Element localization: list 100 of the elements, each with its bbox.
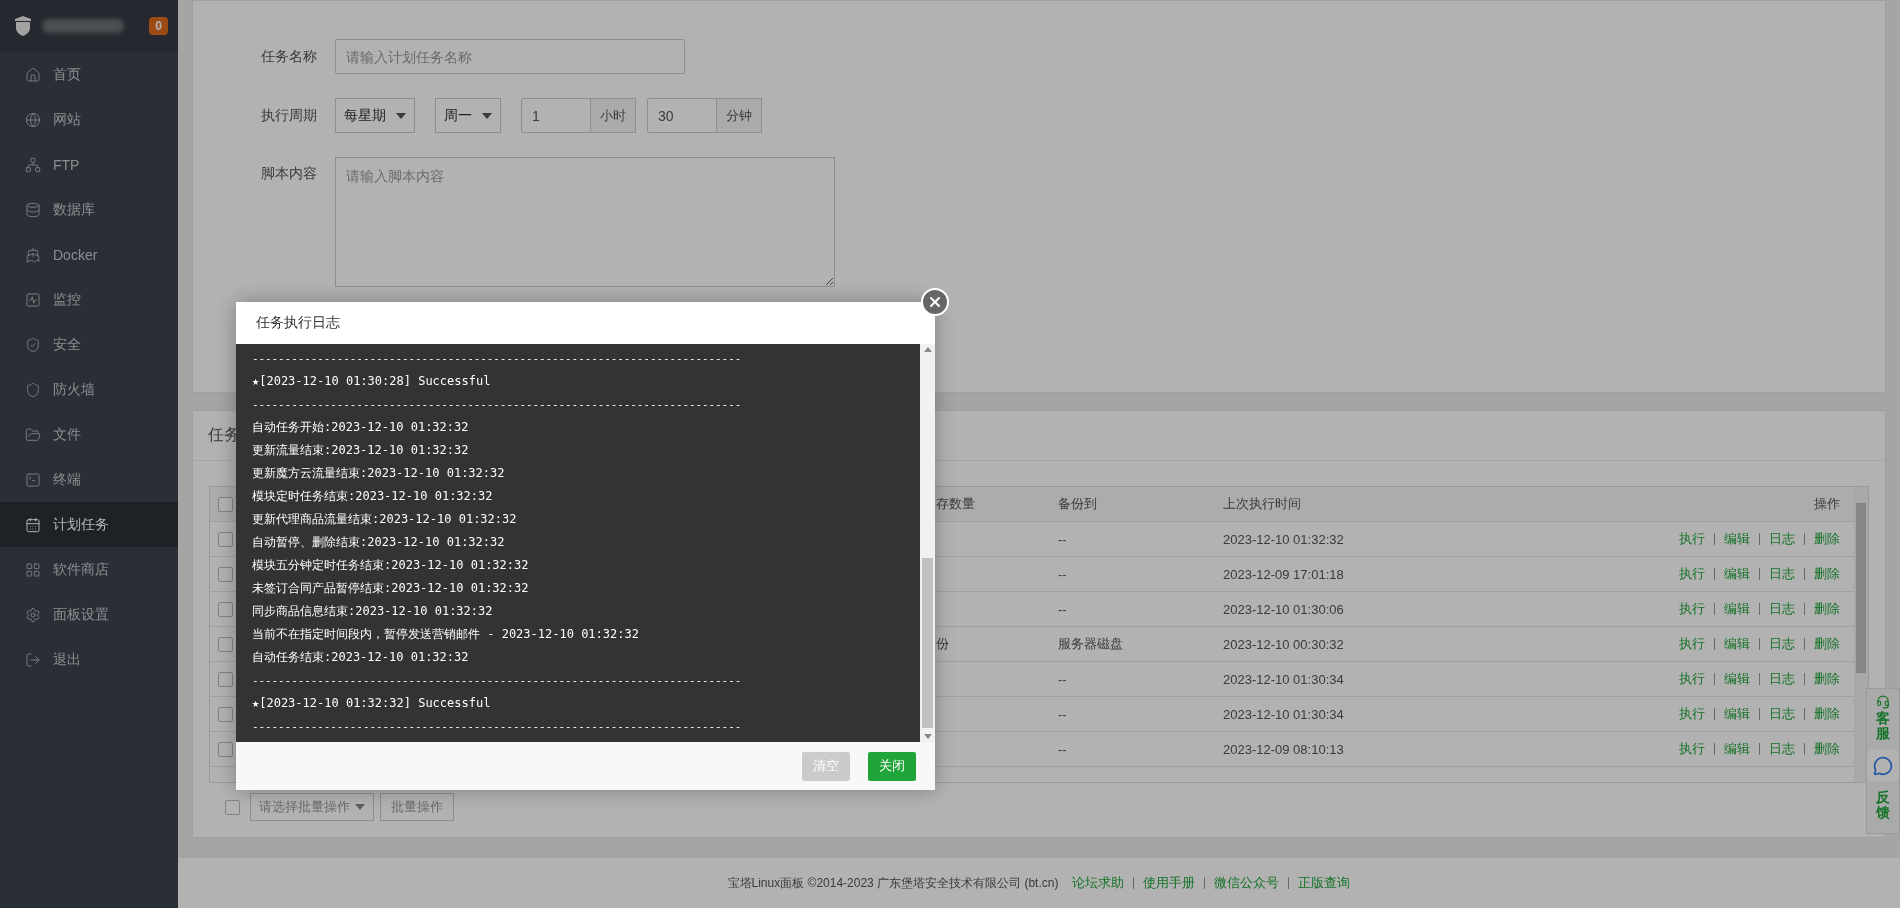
checkbox[interactable] bbox=[218, 601, 233, 617]
log-result: ★[2023-12-10 01:32:32] Successful bbox=[252, 695, 492, 712]
sidebar-item[interactable]: 计划任务 bbox=[0, 502, 178, 547]
sidebar-item[interactable]: 监控 bbox=[0, 277, 178, 322]
action-link[interactable]: 编辑 bbox=[1724, 705, 1750, 723]
close-dialog-button[interactable]: 关闭 bbox=[868, 751, 916, 781]
action-link[interactable]: 执行 bbox=[1679, 635, 1705, 653]
hour-input[interactable]: 1 bbox=[521, 98, 591, 133]
checkbox[interactable] bbox=[218, 636, 233, 652]
column-header: 备份到 bbox=[1058, 495, 1097, 513]
log-line: 更新流量结束:2023-12-10 01:32:32 bbox=[252, 442, 470, 459]
scrollbar[interactable] bbox=[1854, 487, 1868, 782]
scroll-up-icon[interactable] bbox=[923, 347, 932, 352]
table-cell: -- bbox=[1058, 706, 1067, 722]
home-icon bbox=[25, 66, 41, 83]
database-icon bbox=[25, 201, 41, 218]
footer-link[interactable]: 使用手册 bbox=[1143, 874, 1196, 892]
batch-button[interactable]: 批量操作 bbox=[380, 793, 454, 821]
action-link[interactable]: 执行 bbox=[1679, 670, 1705, 688]
checkbox[interactable] bbox=[218, 671, 233, 687]
action-link[interactable]: 执行 bbox=[1679, 740, 1705, 758]
sidebar-item[interactable]: FTP bbox=[0, 142, 178, 187]
calendar-icon bbox=[25, 516, 41, 533]
weekday-select[interactable]: 周一 bbox=[435, 98, 501, 133]
caret-icon bbox=[396, 112, 406, 119]
checkbox[interactable] bbox=[218, 531, 233, 547]
sidebar-item[interactable]: 网站 bbox=[0, 97, 178, 142]
sidebar-item[interactable]: 软件商店 bbox=[0, 547, 178, 592]
action-link[interactable]: 编辑 bbox=[1724, 635, 1750, 653]
action-link[interactable]: 删除 bbox=[1814, 705, 1840, 723]
action-link[interactable]: 日志 bbox=[1769, 530, 1795, 548]
log-line: 自动任务结束:2023-12-10 01:32:32 bbox=[252, 649, 470, 666]
service-label[interactable]: 客服 bbox=[1876, 711, 1890, 742]
action-link[interactable]: 日志 bbox=[1769, 705, 1795, 723]
checkbox[interactable] bbox=[218, 566, 233, 582]
sidebar-item[interactable]: 终端 bbox=[0, 457, 178, 502]
logo-icon bbox=[14, 16, 32, 36]
log-line: 更新魔方云流量结束:2023-12-10 01:32:32 bbox=[252, 465, 506, 482]
footer-link[interactable]: 微信公众号 bbox=[1214, 874, 1280, 892]
logout-icon bbox=[25, 651, 41, 668]
checkbox[interactable] bbox=[218, 496, 233, 512]
feedback-button[interactable] bbox=[1867, 749, 1899, 782]
action-link[interactable]: 编辑 bbox=[1724, 565, 1750, 583]
action-link[interactable]: 日志 bbox=[1769, 740, 1795, 758]
sidebar-item[interactable]: 面板设置 bbox=[0, 592, 178, 637]
table-cell: -- bbox=[1058, 671, 1067, 687]
feedback-label[interactable]: 反馈 bbox=[1876, 789, 1890, 821]
sidebar-item[interactable]: 首页 bbox=[0, 52, 178, 97]
sidebar-item[interactable]: 安全 bbox=[0, 322, 178, 367]
script-textarea[interactable]: 请输入脚本内容 bbox=[335, 157, 835, 287]
action-link[interactable]: 日志 bbox=[1769, 565, 1795, 583]
action-link[interactable]: 执行 bbox=[1679, 530, 1705, 548]
footer-link[interactable]: 论坛求助 bbox=[1072, 874, 1125, 892]
copyright-text: 宝塔Linux面板 ©2014-2023 广东堡塔安全技术有限公司 (bt.cn) bbox=[727, 874, 1059, 892]
footer-link[interactable]: 正版查询 bbox=[1298, 874, 1351, 892]
batch-select[interactable]: 请选择批量操作 bbox=[250, 793, 374, 821]
table-cell: -- bbox=[1058, 531, 1067, 547]
sidebar-item[interactable]: 退出 bbox=[0, 637, 178, 682]
chat-icon bbox=[1873, 755, 1893, 776]
action-link[interactable]: 删除 bbox=[1814, 670, 1840, 688]
shield-icon bbox=[25, 381, 41, 398]
action-link[interactable]: 删除 bbox=[1814, 565, 1840, 583]
period-select[interactable]: 每星期 bbox=[335, 98, 415, 133]
action-link[interactable]: 删除 bbox=[1814, 740, 1840, 758]
settings-icon bbox=[25, 606, 41, 623]
sidebar-item[interactable]: 数据库 bbox=[0, 187, 178, 232]
action-link[interactable]: 执行 bbox=[1679, 705, 1705, 723]
log-line: 同步商品信息结束:2023-12-10 01:32:32 bbox=[252, 603, 494, 620]
action-link[interactable]: 日志 bbox=[1769, 670, 1795, 688]
sidebar-item[interactable]: 文件 bbox=[0, 412, 178, 457]
checkbox[interactable] bbox=[218, 706, 233, 722]
checkbox[interactable] bbox=[218, 741, 233, 757]
globe-icon bbox=[25, 111, 41, 128]
log-rule: --------------------------------------------------------------------------- bbox=[252, 397, 743, 413]
action-link[interactable]: 编辑 bbox=[1724, 600, 1750, 618]
action-link[interactable]: 执行 bbox=[1679, 600, 1705, 618]
shield-check-icon bbox=[25, 336, 41, 353]
action-link[interactable]: 日志 bbox=[1769, 600, 1795, 618]
sidebar-item[interactable]: Docker bbox=[0, 232, 178, 277]
action-link[interactable]: 删除 bbox=[1814, 600, 1840, 618]
checkbox[interactable] bbox=[225, 799, 240, 815]
caret-icon bbox=[482, 112, 492, 119]
table-cell: 份 bbox=[936, 635, 949, 653]
action-link[interactable]: 删除 bbox=[1814, 635, 1840, 653]
minute-input[interactable]: 30 bbox=[647, 98, 717, 133]
action-link[interactable]: 编辑 bbox=[1724, 740, 1750, 758]
terminal-icon bbox=[25, 471, 41, 488]
scroll-down-icon[interactable] bbox=[923, 734, 932, 739]
task-name-input[interactable]: 请输入计划任务名称 bbox=[335, 39, 685, 74]
action-link[interactable]: 编辑 bbox=[1724, 670, 1750, 688]
sidebar-item[interactable]: 防火墙 bbox=[0, 367, 178, 412]
notification-badge[interactable]: 0 bbox=[149, 17, 168, 35]
field-label: 任务名称 bbox=[260, 47, 317, 66]
action-link[interactable]: 日志 bbox=[1769, 635, 1795, 653]
folder-icon bbox=[25, 426, 41, 443]
action-link[interactable]: 编辑 bbox=[1724, 530, 1750, 548]
action-link[interactable]: 删除 bbox=[1814, 530, 1840, 548]
action-link[interactable]: 执行 bbox=[1679, 565, 1705, 583]
scrollbar[interactable] bbox=[920, 344, 935, 742]
headset-icon bbox=[1876, 695, 1890, 709]
